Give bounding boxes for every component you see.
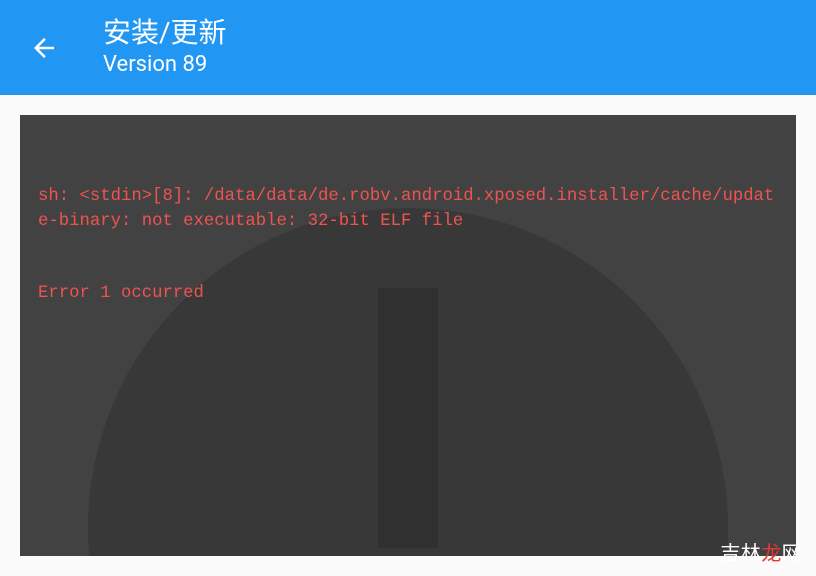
watermark-highlight: 龙 xyxy=(761,541,781,565)
watermark: 吉林龙网 xyxy=(720,537,802,566)
watermark-prefix: 吉林 xyxy=(720,541,761,565)
back-button[interactable] xyxy=(20,24,68,72)
console-line: Error 1 occurred xyxy=(38,282,778,306)
console-line: sh: <stdin>[8]: /data/data/de.robv.andro… xyxy=(38,185,778,233)
console-text: sh: <stdin>[8]: /data/data/de.robv.andro… xyxy=(38,137,778,355)
content-area: sh: <stdin>[8]: /data/data/de.robv.andro… xyxy=(0,95,816,576)
header-text-block: 安装/更新 Version 89 xyxy=(103,15,227,80)
console-output: sh: <stdin>[8]: /data/data/de.robv.andro… xyxy=(20,115,796,556)
page-subtitle: Version 89 xyxy=(103,51,227,80)
app-header: 安装/更新 Version 89 xyxy=(0,0,816,95)
back-arrow-icon xyxy=(29,33,59,63)
page-title: 安装/更新 xyxy=(103,15,227,51)
watermark-suffix: 网 xyxy=(782,541,802,565)
